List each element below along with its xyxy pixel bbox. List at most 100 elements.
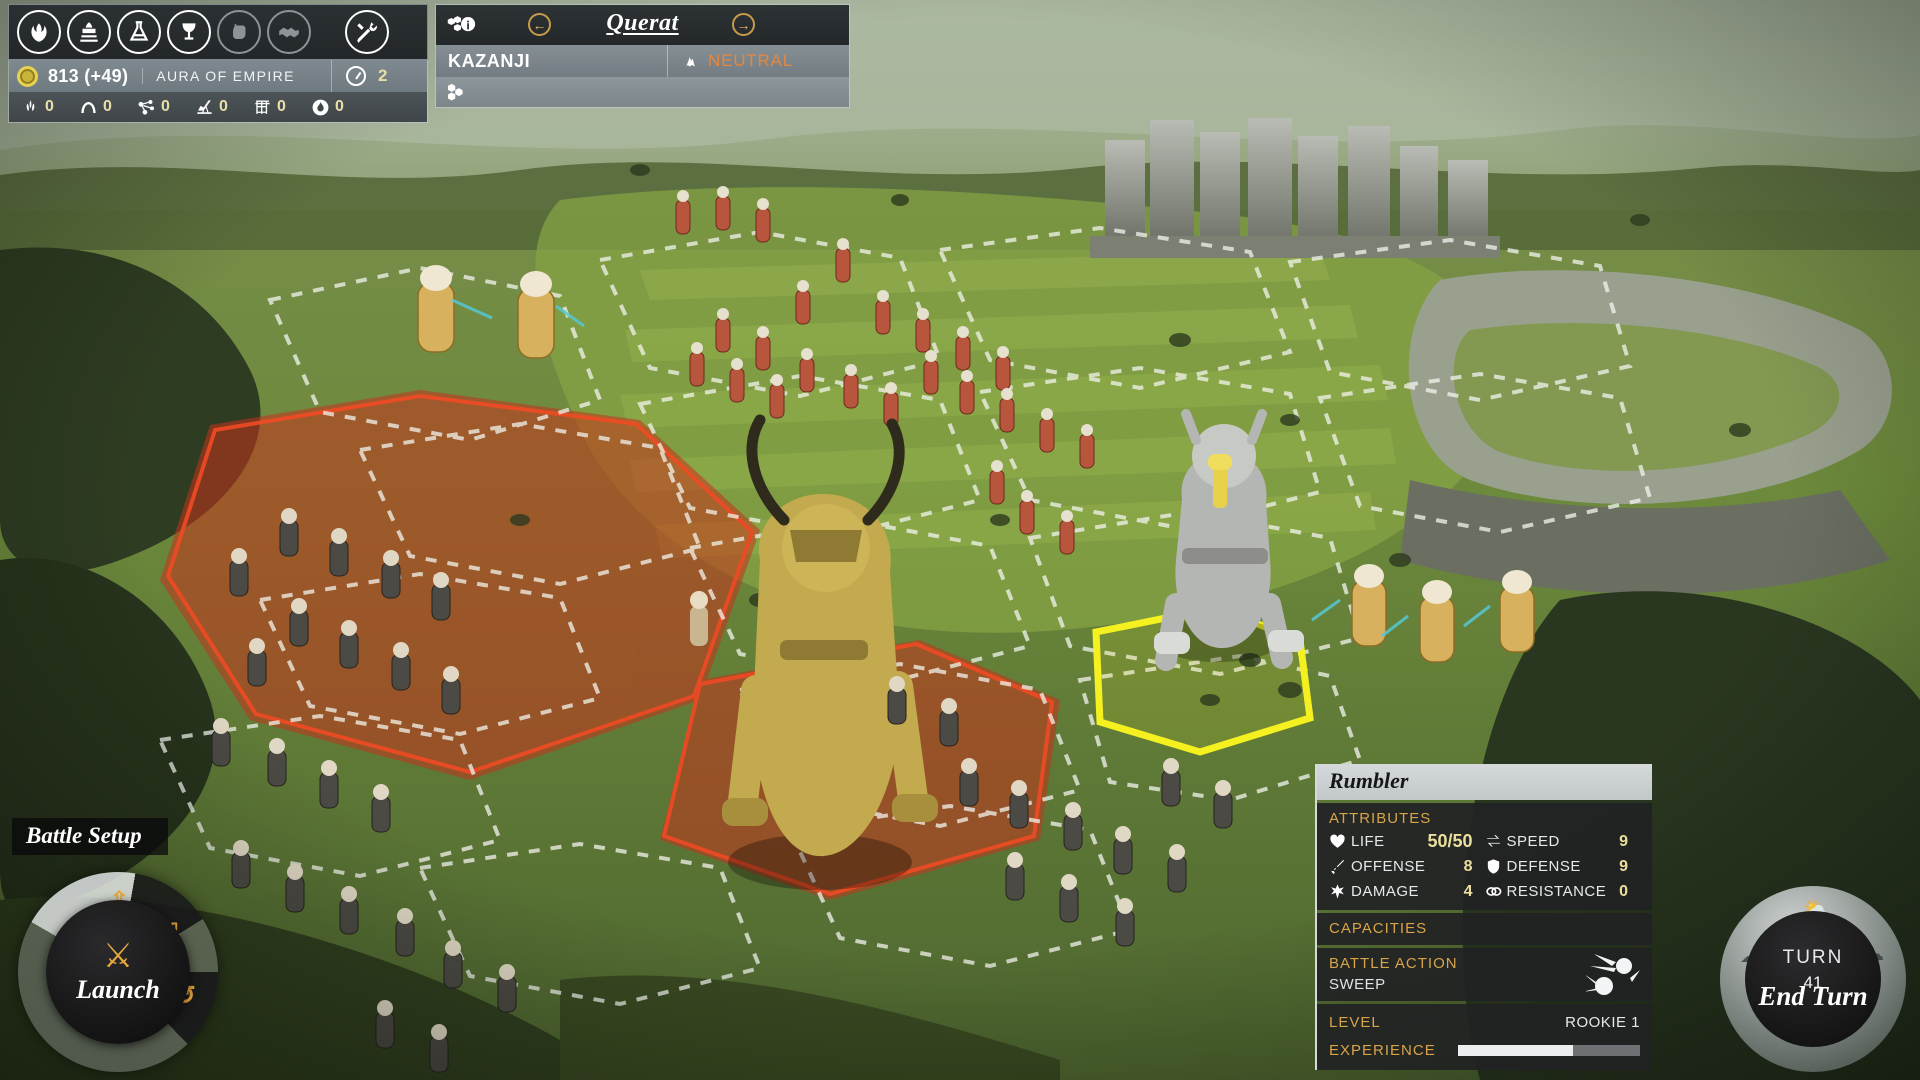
city-panel-header: ← → Querat [436,5,849,45]
attribute-resistance-label: RESISTANCE [1506,883,1607,900]
empire-icon-bar [8,4,428,60]
end-turn-button[interactable]: TURN 41 End Turn [1745,911,1881,1047]
sword-glyph [1331,860,1344,875]
bow-arc-value: 0 [103,98,112,115]
battle-setup-title: Battle Setup [12,818,168,855]
turn-marker-box[interactable]: 2 [331,60,427,92]
shield-defense-icon [1485,858,1507,875]
crossed-swords-icon: ⚔ [102,937,134,975]
attribute-defense-value: 9 [1619,857,1628,875]
end-turn-label: End Turn [1758,980,1868,1011]
battle-setup-wheel[interactable]: ⇧ ⇩ ↺ ⚔ Launch [18,872,218,1072]
laurel-wreath-glyph [31,23,47,42]
fist-military-icon[interactable] [217,10,261,54]
city-owner-row: KAZANJI NEUTRAL [436,45,849,77]
aura-of-empire-label: AURA OF EMPIRE [142,68,295,84]
attributes-header: ATTRIBUTES [1329,810,1432,827]
oil-value: 0 [219,98,228,115]
status-badge: NEUTRAL [708,51,793,70]
turn-label: TURN [1782,946,1844,968]
experience-header: EXPERIENCE [1329,1042,1436,1059]
comet-glyph [1582,954,1640,995]
flame-value: 0 [335,98,344,115]
launch-label: Launch [76,975,160,1004]
city-district-row [436,77,849,107]
capitol-building-glyph [80,22,98,42]
flame-circle-glyph [312,99,329,115]
grain-resource-icon[interactable]: 0 [13,98,71,117]
city-status-cell: NEUTRAL [668,45,849,77]
molecule-value: 0 [161,98,170,115]
resource-rows: 813 (+49) AURA OF EMPIRE 2 0 0 0 0 0 0 [8,60,428,123]
wrench-tools-icon[interactable] [345,10,389,54]
strategic-resources-row: 0 0 0 0 0 0 [9,92,427,122]
sword-offense-icon [1329,858,1351,875]
derrick-glyph [197,99,212,114]
goblet-glyph [182,23,196,40]
oil-derrick-resource-icon[interactable]: 0 [187,98,245,117]
capacities-section: CAPACITIES [1317,913,1652,945]
experience-row: EXPERIENCE [1317,1036,1652,1064]
gold-row: 813 (+49) AURA OF EMPIRE 2 [9,60,427,92]
wrench-screwdriver-glyph [357,22,377,43]
capacities-header: CAPACITIES [1329,920,1428,937]
attribute-life: LIFE 50/50 [1329,829,1485,854]
speed-glyph [1486,835,1500,847]
city-owner-name: KAZANJI [436,45,668,77]
attribute-speed: SPEED 9 [1485,829,1641,854]
laurel-wreath-icon[interactable] [17,10,61,54]
attribute-offense-value: 8 [1463,857,1473,875]
attribute-damage: DAMAGE 4 [1329,879,1485,904]
goblet-quest-icon[interactable] [167,10,211,54]
burst-glyph [1331,884,1344,899]
unit-info-panel: Rumbler ATTRIBUTES LIFE 50/50 SPEED 9 OF… [1315,764,1652,1070]
shield-glyph [1487,859,1499,874]
attributes-section: ATTRIBUTES LIFE 50/50 SPEED 9 OFFENSE 8 … [1317,803,1652,910]
level-row: LEVEL ROOKIE 1 [1317,1008,1652,1036]
chain-resistance-icon [1485,883,1507,900]
bow-arc-resource-icon[interactable]: 0 [71,98,129,117]
attribute-resistance-value: 0 [1619,882,1628,900]
molecule-glyph [138,99,155,115]
attribute-defense: DEFENSE 9 [1485,854,1641,879]
flame-resource-icon[interactable]: 0 [303,98,347,117]
unit-name: Rumbler [1317,764,1652,800]
handshake-glyph [279,27,299,38]
level-section: LEVEL ROOKIE 1 EXPERIENCE [1317,1004,1652,1070]
heart-glyph [1330,834,1345,848]
attribute-offense: OFFENSE 8 [1329,854,1485,879]
speed-arrows-icon [1485,833,1507,850]
fist-glyph [233,23,246,40]
empire-panel: 813 (+49) AURA OF EMPIRE 2 0 0 0 0 0 0 [8,4,428,123]
level-value: ROOKIE 1 [1565,1013,1640,1031]
gold-coin-icon [17,65,38,87]
attribute-speed-label: SPEED [1506,833,1560,850]
handshake-diplomacy-icon[interactable] [267,10,311,54]
gold-amount: 813 (+49) [48,65,129,86]
flask-glyph [129,21,149,41]
attribute-life-value: 50/50 [1427,831,1473,851]
attribute-offense-label: OFFENSE [1351,858,1426,875]
city-name: Querat [606,10,679,36]
attribute-damage-label: DAMAGE [1351,883,1420,900]
attribute-damage-value: 4 [1463,882,1473,900]
attribute-speed-value: 9 [1619,832,1628,850]
titanium-scaffold-resource-icon[interactable]: 0 [245,98,303,117]
scaffold-glyph [255,99,270,114]
molecule-resource-icon[interactable]: 0 [129,98,187,117]
hex-cluster-icon [448,83,463,101]
arc-glyph [81,101,96,113]
titanium-value: 0 [277,98,286,115]
city-info-panel: ← → Querat KAZANJI NEUTRAL [435,4,850,108]
end-turn-wheel[interactable]: ⛅ ☁ ☁ TURN 41 End Turn [1720,886,1906,1072]
experience-bar [1457,1044,1640,1056]
attributes-grid: LIFE 50/50 SPEED 9 OFFENSE 8 DEFENSE 9 D… [1317,829,1652,904]
attribute-resistance: RESISTANCE 0 [1485,879,1641,904]
burst-damage-icon [1329,883,1351,900]
chain-glyph [1485,887,1501,896]
launch-button[interactable]: ⚔ Launch [46,900,190,1044]
capitol-building-icon[interactable] [67,10,111,54]
flask-research-icon[interactable] [117,10,161,54]
battle-action-section: BATTLE ACTION SWEEP [1317,948,1652,1001]
grain-value: 0 [45,98,54,115]
